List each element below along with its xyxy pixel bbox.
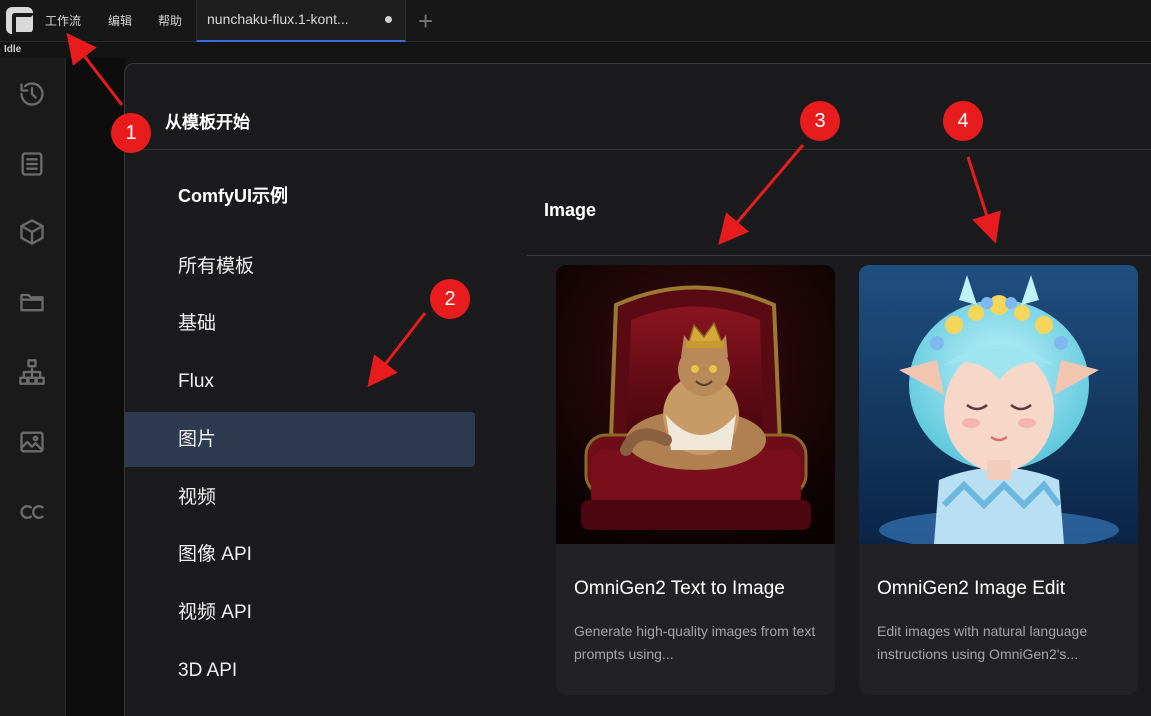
- cat-on-throne-thumbnail: [556, 265, 835, 544]
- nav-item-image-api[interactable]: 图像 API: [125, 527, 475, 582]
- folder-icon[interactable]: [18, 288, 46, 316]
- new-tab-plus-icon[interactable]: +: [418, 6, 433, 37]
- status-text: Idle: [4, 44, 22, 55]
- nav-item-image[interactable]: 图片: [125, 412, 475, 467]
- templates-image-icon[interactable]: [18, 428, 46, 456]
- canvas-area[interactable]: [66, 58, 126, 716]
- app-root: 工作流 编辑 帮助 nunchaku-flux.1-kont... + Idle: [0, 0, 1151, 716]
- top-menu-bar: 工作流 编辑 帮助 nunchaku-flux.1-kont... +: [0, 0, 1151, 42]
- dialog-divider: [125, 149, 1151, 150]
- dialog-title: 从模板开始: [165, 113, 250, 132]
- annotation-badge-3: 3: [800, 101, 840, 141]
- nav-item-all-templates[interactable]: 所有模板: [125, 239, 475, 294]
- annotation-badge-1: 1: [111, 113, 151, 153]
- workflow-tab-title: nunchaku-flux.1-kont...: [207, 11, 349, 27]
- section-divider: [527, 255, 1151, 256]
- template-card-text-to-image[interactable]: OmniGen2 Text to Image Generate high-qua…: [556, 265, 835, 695]
- nav-heading: ComfyUI示例: [178, 186, 289, 206]
- cc-icon[interactable]: [18, 498, 46, 526]
- nav-item-video[interactable]: 视频: [125, 470, 475, 525]
- menu-workflow[interactable]: 工作流: [45, 12, 81, 29]
- nav-item-basics[interactable]: 基础: [125, 296, 475, 351]
- comfyui-logo-icon[interactable]: [6, 7, 35, 36]
- nav-item-video-api[interactable]: 视频 API: [125, 585, 475, 640]
- workflow-tab[interactable]: nunchaku-flux.1-kont...: [196, 0, 406, 42]
- template-dialog: 从模板开始 ComfyUI示例 所有模板 基础 Flux 图片 视频 图像 AP…: [124, 63, 1151, 716]
- queue-icon[interactable]: [18, 150, 46, 178]
- nav-item-flux[interactable]: Flux: [125, 354, 475, 409]
- menu-help[interactable]: 帮助: [158, 12, 182, 29]
- annotation-badge-4: 4: [943, 101, 983, 141]
- card-description: Generate high-quality images from text p…: [574, 623, 816, 662]
- node-library-icon[interactable]: [18, 358, 46, 386]
- annotation-badge-2: 2: [430, 279, 470, 319]
- model-library-cube-icon[interactable]: [18, 218, 46, 246]
- unsaved-dot-icon[interactable]: [385, 16, 392, 23]
- template-card-image-edit[interactable]: OmniGen2 Image Edit Edit images with nat…: [859, 265, 1138, 695]
- history-icon[interactable]: [18, 80, 46, 108]
- menu-edit[interactable]: 编辑: [108, 12, 132, 29]
- elf-girl-thumbnail: [859, 265, 1138, 544]
- card-title: OmniGen2 Text to Image: [574, 578, 785, 599]
- section-title: Image: [544, 200, 597, 220]
- card-description: Edit images with natural language instru…: [877, 623, 1088, 662]
- nav-item-3d-api[interactable]: 3D API: [125, 643, 475, 698]
- sidebar-rail: [0, 58, 66, 716]
- card-title: OmniGen2 Image Edit: [877, 578, 1065, 599]
